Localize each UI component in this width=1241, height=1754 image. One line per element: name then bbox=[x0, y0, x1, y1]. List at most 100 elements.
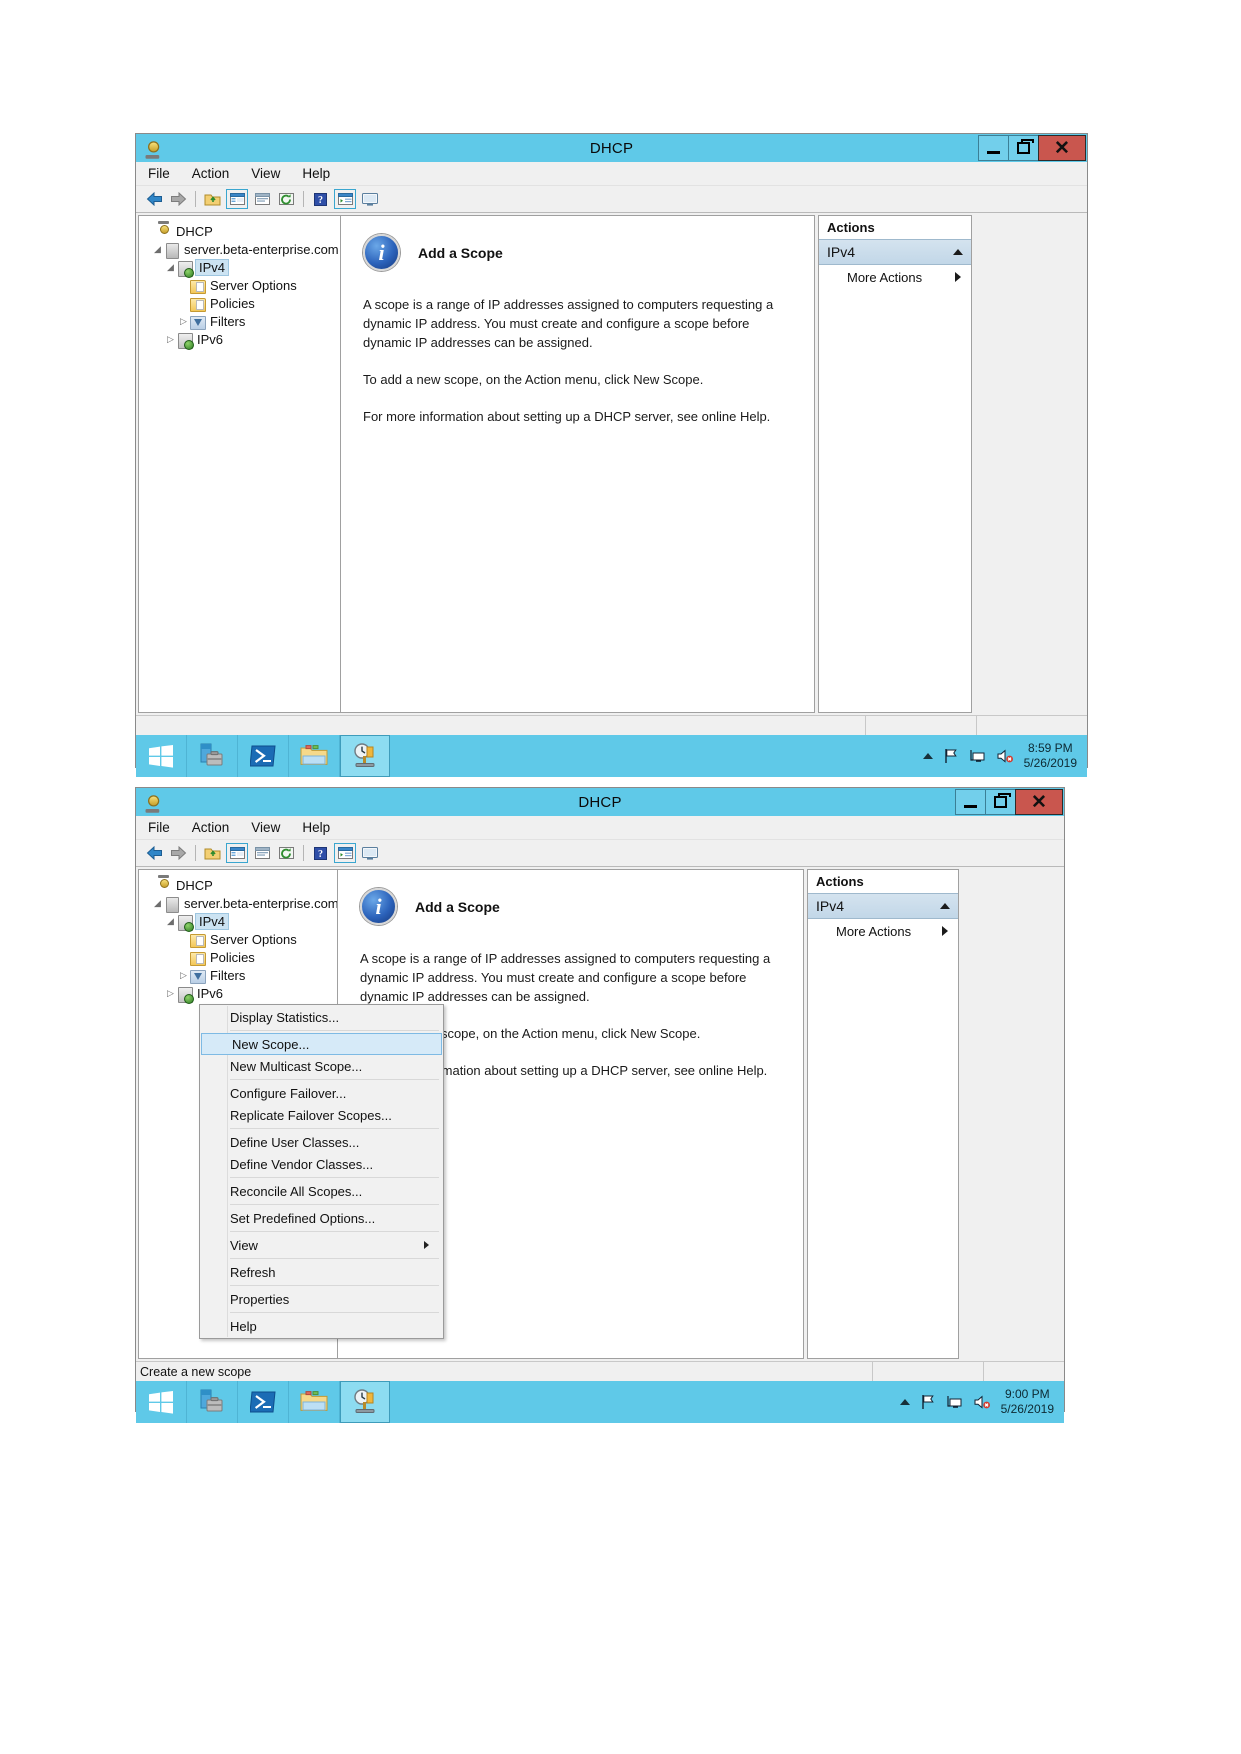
expander-collapsed-icon[interactable]: ▷ bbox=[164, 988, 177, 999]
server-manager-icon bbox=[200, 1389, 223, 1412]
server-manager-icon bbox=[200, 743, 223, 766]
menu-item-display-statistics[interactable]: Display Statistics... bbox=[200, 1006, 443, 1028]
menu-item-new-scope[interactable]: New Scope... bbox=[201, 1033, 442, 1055]
tree-node-dhcp[interactable]: DHCP bbox=[143, 876, 337, 894]
server-manager-button[interactable] bbox=[187, 735, 238, 777]
dhcp-button[interactable] bbox=[340, 735, 390, 777]
action-more-actions[interactable]: More Actions bbox=[808, 919, 958, 943]
expander-expanded-icon[interactable]: ◢ bbox=[151, 244, 164, 255]
page-title: Add a Scope bbox=[418, 244, 503, 261]
caret-right-icon[interactable] bbox=[955, 272, 961, 282]
clock-date: 5/26/2019 bbox=[1000, 1402, 1054, 1416]
tree-node-filters[interactable]: ▷ Filters bbox=[143, 312, 340, 330]
tree-node-ipv6[interactable]: ▷ IPv6 bbox=[143, 984, 337, 1004]
show-hide-console-tree-icon[interactable] bbox=[226, 843, 248, 863]
tree-node-label: server.beta-enterprise.com bbox=[184, 241, 339, 257]
start-button[interactable] bbox=[136, 735, 187, 777]
back-icon[interactable] bbox=[144, 190, 164, 208]
tree-node-server-options[interactable]: Server Options bbox=[143, 276, 340, 294]
caret-right-icon[interactable] bbox=[942, 926, 948, 936]
expander-collapsed-icon[interactable]: ▷ bbox=[177, 970, 190, 981]
tree-node-label: IPv6 bbox=[197, 985, 224, 1001]
expander-expanded-icon[interactable]: ◢ bbox=[151, 898, 164, 909]
menu-help[interactable]: Help bbox=[302, 820, 330, 835]
show-hidden-icons-icon[interactable] bbox=[899, 1399, 910, 1405]
ipv4-context-menu[interactable]: Display Statistics... New Scope... New M… bbox=[199, 1004, 444, 1339]
menu-item-properties[interactable]: Properties bbox=[200, 1288, 443, 1310]
tree-node-policies[interactable]: Policies bbox=[143, 294, 340, 312]
show-hide-console-tree-icon[interactable] bbox=[226, 189, 248, 209]
action-center-flag-icon bbox=[944, 749, 957, 763]
refresh-icon[interactable] bbox=[276, 844, 296, 862]
tree-node-ipv4[interactable]: ◢ IPv4 bbox=[143, 258, 340, 278]
menu-item-define-vendor-classes[interactable]: Define Vendor Classes... bbox=[200, 1153, 443, 1175]
actions-section-ipv4[interactable]: IPv4 bbox=[819, 239, 971, 265]
description-paragraph: A scope is a range of IP addresses assig… bbox=[360, 951, 771, 1004]
tree-node-server[interactable]: ◢ server.beta-enterprise.com bbox=[143, 240, 340, 259]
expander-collapsed-icon[interactable]: ▷ bbox=[164, 334, 177, 345]
action-more-actions[interactable]: More Actions bbox=[819, 265, 971, 289]
up-one-level-icon[interactable] bbox=[202, 190, 222, 208]
file-explorer-button[interactable] bbox=[289, 735, 340, 777]
server-manager-button[interactable] bbox=[187, 1381, 238, 1423]
menu-item-set-predefined-options[interactable]: Set Predefined Options... bbox=[200, 1207, 443, 1229]
menu-file[interactable]: File bbox=[148, 166, 170, 181]
forward-icon[interactable] bbox=[168, 190, 188, 208]
menu-item-replicate-failover-scopes[interactable]: Replicate Failover Scopes... bbox=[200, 1104, 443, 1126]
up-one-level-icon[interactable] bbox=[202, 844, 222, 862]
menu-item-define-user-classes[interactable]: Define User Classes... bbox=[200, 1131, 443, 1153]
properties-icon[interactable] bbox=[252, 844, 272, 862]
menu-view[interactable]: View bbox=[251, 166, 280, 181]
menu-item-refresh[interactable]: Refresh bbox=[200, 1261, 443, 1283]
refresh-icon[interactable] bbox=[276, 190, 296, 208]
menu-item-view[interactable]: View bbox=[200, 1234, 443, 1256]
tree-node-label: Filters bbox=[210, 313, 246, 329]
menu-file[interactable]: File bbox=[148, 820, 170, 835]
dhcp-button[interactable] bbox=[340, 1381, 390, 1423]
tree-node-dhcp[interactable]: DHCP bbox=[143, 222, 340, 240]
menu-separator bbox=[230, 1231, 439, 1232]
help-icon[interactable]: ? bbox=[310, 190, 330, 208]
show-hidden-icons-icon[interactable] bbox=[922, 753, 933, 759]
dhcp-window-top: DHCP ✕ File Action View Help ? DHCP ◢ se… bbox=[135, 133, 1088, 777]
menu-item-reconcile-all-scopes[interactable]: Reconcile All Scopes... bbox=[200, 1180, 443, 1202]
menu-view[interactable]: View bbox=[251, 820, 280, 835]
start-button[interactable] bbox=[136, 1381, 187, 1423]
powershell-button[interactable] bbox=[238, 735, 289, 777]
menu-item-label: Set Predefined Options... bbox=[230, 1210, 376, 1226]
console-tree-pane[interactable]: DHCP ◢ server.beta-enterprise.com ◢ IPv4… bbox=[138, 215, 341, 713]
powershell-button[interactable] bbox=[238, 1381, 289, 1423]
help-icon[interactable]: ? bbox=[310, 844, 330, 862]
back-icon[interactable] bbox=[144, 844, 164, 862]
caret-up-icon[interactable] bbox=[940, 903, 950, 909]
taskbar-clock[interactable]: 8:59 PM 5/26/2019 bbox=[1024, 741, 1077, 771]
show-hide-action-pane-icon[interactable] bbox=[360, 190, 380, 208]
ipv6-icon bbox=[177, 986, 194, 1004]
menu-help[interactable]: Help bbox=[302, 166, 330, 181]
taskbar-clock[interactable]: 9:00 PM 5/26/2019 bbox=[1001, 1387, 1054, 1417]
show-hide-action-pane-icon[interactable] bbox=[360, 844, 380, 862]
export-list-icon[interactable] bbox=[334, 843, 356, 863]
tree-node-filters[interactable]: ▷ Filters bbox=[143, 966, 337, 984]
file-explorer-button[interactable] bbox=[289, 1381, 340, 1423]
expander-expanded-icon[interactable]: ◢ bbox=[164, 916, 177, 927]
title-bar: DHCP ✕ bbox=[136, 788, 1064, 816]
tree-node-server[interactable]: ◢ server.beta-enterprise.com bbox=[143, 894, 337, 913]
menu-action[interactable]: Action bbox=[192, 166, 230, 181]
system-tray: 9:00 PM 5/26/2019 bbox=[899, 1381, 1064, 1423]
actions-section-ipv4[interactable]: IPv4 bbox=[808, 893, 958, 919]
expander-expanded-icon[interactable]: ◢ bbox=[164, 262, 177, 273]
tree-node-ipv4[interactable]: ◢ IPv4 bbox=[143, 912, 337, 932]
expander-collapsed-icon[interactable]: ▷ bbox=[177, 316, 190, 327]
properties-icon[interactable] bbox=[252, 190, 272, 208]
export-list-icon[interactable] bbox=[334, 189, 356, 209]
menu-action[interactable]: Action bbox=[192, 820, 230, 835]
menu-item-help[interactable]: Help bbox=[200, 1315, 443, 1337]
menu-item-new-multicast-scope[interactable]: New Multicast Scope... bbox=[200, 1055, 443, 1077]
forward-icon[interactable] bbox=[168, 844, 188, 862]
tree-node-ipv6[interactable]: ▷ IPv6 bbox=[143, 330, 340, 350]
caret-up-icon[interactable] bbox=[953, 249, 963, 255]
tree-node-policies[interactable]: Policies bbox=[143, 948, 337, 966]
menu-item-configure-failover[interactable]: Configure Failover... bbox=[200, 1082, 443, 1104]
tree-node-server-options[interactable]: Server Options bbox=[143, 930, 337, 948]
